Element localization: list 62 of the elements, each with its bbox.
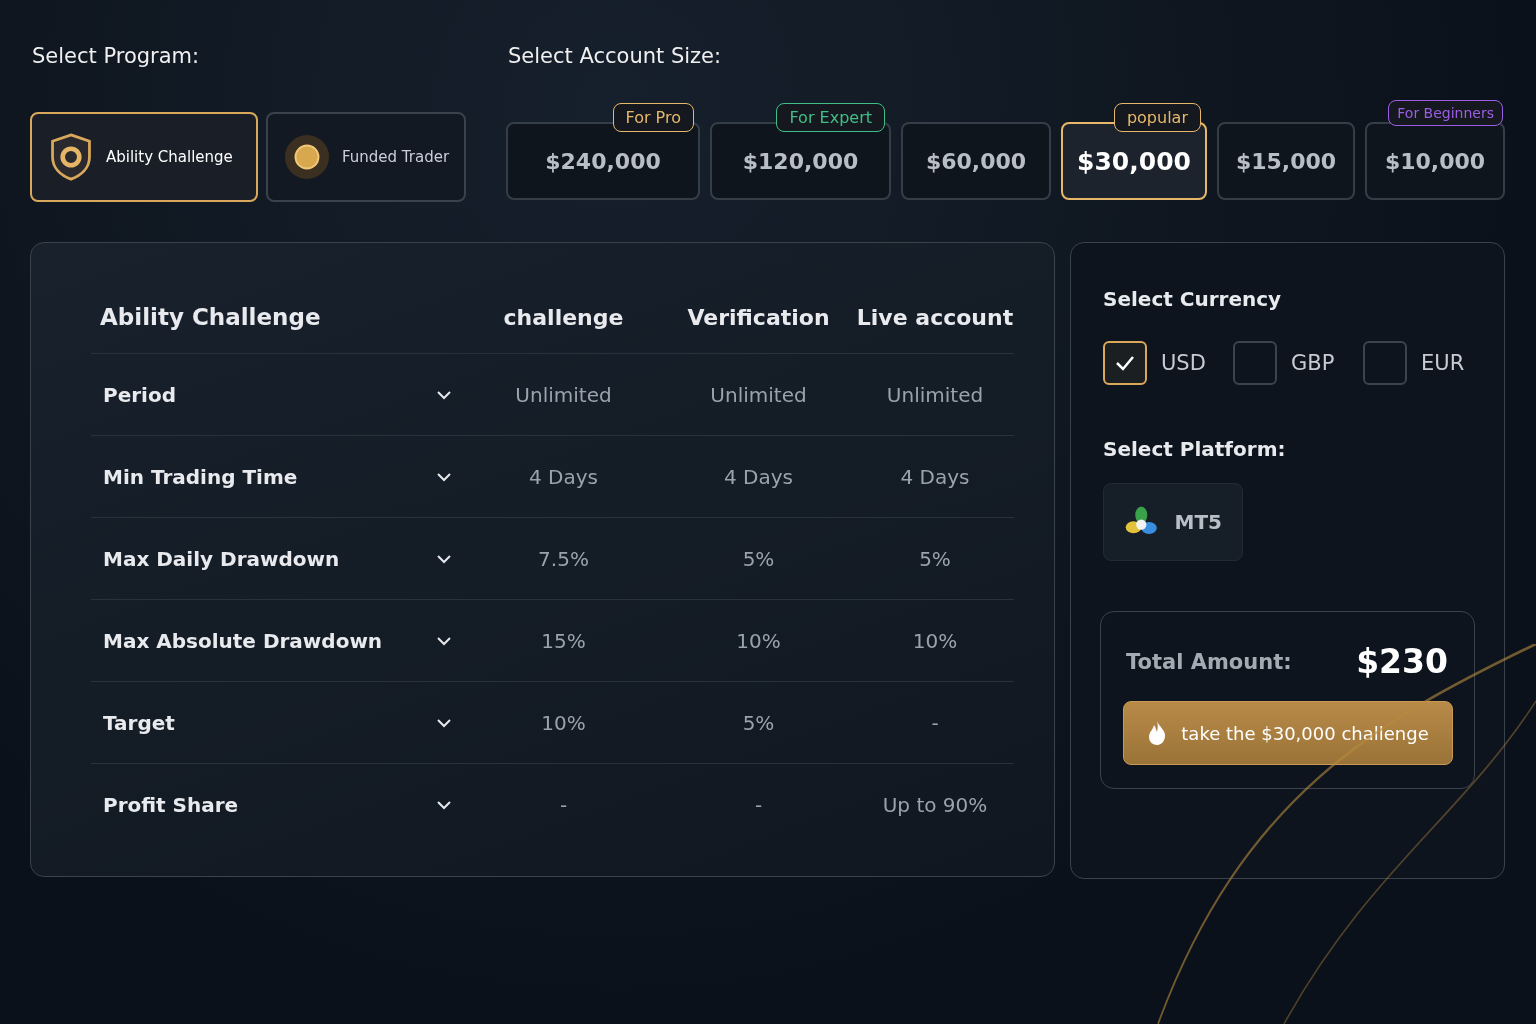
chevron-icon[interactable]	[435, 717, 452, 728]
size-badge: For Pro	[612, 103, 694, 132]
chevron-icon[interactable]	[435, 635, 452, 646]
table-cell-text: 10%	[911, 628, 959, 653]
table-cell-text: Unlimited	[709, 382, 808, 407]
table-cell-text: 10%	[540, 710, 587, 735]
table-cell-text: 4 Days	[723, 464, 794, 489]
row-label: Max Absolute Drawdown	[102, 628, 384, 653]
flame-icon	[1147, 720, 1168, 746]
size-option[interactable]: $10,000	[1365, 122, 1505, 200]
chevron-icon[interactable]	[435, 799, 452, 810]
program-option[interactable]: Ability Challenge	[30, 112, 258, 202]
table-cell-text: Up to 90%	[881, 792, 989, 817]
row-label: Max Daily Drawdown	[102, 546, 341, 571]
table-title: Ability Challenge	[99, 304, 322, 330]
chevron-icon[interactable]	[435, 471, 452, 482]
checkbox[interactable]	[1103, 341, 1147, 385]
table-cell-text: 4 Days	[899, 464, 971, 489]
table-cell-text: -	[753, 792, 764, 817]
total-label: Total Amount:	[1126, 649, 1292, 674]
checkbox[interactable]	[1363, 341, 1407, 385]
section-label: Select Account Size:	[508, 44, 723, 70]
table-cell-text: -	[930, 710, 940, 735]
chevron-icon[interactable]	[435, 389, 452, 400]
coin-icon	[284, 133, 330, 181]
program-option[interactable]: Funded Trader	[266, 112, 466, 202]
check-icon	[1115, 355, 1135, 371]
table-cell-text: Unlimited	[885, 382, 985, 407]
platform-option[interactable]: MT5	[1103, 483, 1243, 561]
size-badge: For Expert	[776, 103, 885, 132]
size-option[interactable]: $60,000	[901, 122, 1051, 200]
checkbox[interactable]	[1233, 341, 1277, 385]
section-label: Select Currency	[1103, 287, 1283, 311]
row-label: Profit Share	[102, 792, 240, 817]
shield-icon	[48, 133, 94, 181]
currency-label: GBP	[1291, 351, 1336, 375]
row-label: Target	[102, 710, 176, 735]
column-header: Live account	[856, 304, 1014, 330]
column-header: Verification	[686, 304, 831, 330]
table-cell-text: 5%	[741, 710, 776, 735]
row-label: Min Trading Time	[102, 464, 299, 489]
table-cell-text: 4 Days	[528, 464, 599, 489]
size-badge: popular	[1113, 103, 1201, 132]
size-badge: For Beginners	[1388, 100, 1503, 126]
currency-label: USD	[1161, 351, 1207, 375]
total-amount: $230	[1356, 642, 1448, 681]
section-label: Select Program:	[32, 44, 201, 70]
row-label: Period	[102, 382, 177, 407]
table-cell-text: -	[558, 792, 569, 817]
table-cell-text: 5%	[741, 546, 776, 571]
chevron-icon[interactable]	[435, 553, 452, 564]
section-label: Select Platform:	[1103, 437, 1287, 461]
table-cell-text: 10%	[735, 628, 782, 653]
table-cell-text: Unlimited	[514, 382, 613, 407]
table-cell-text: 15%	[540, 628, 587, 653]
take-challenge-button[interactable]: take the $30,000 challenge	[1123, 701, 1453, 765]
size-option[interactable]: $240,000	[506, 122, 700, 200]
size-option[interactable]: $15,000	[1217, 122, 1355, 200]
currency-label: EUR	[1421, 351, 1466, 375]
column-header: challenge	[502, 304, 625, 330]
table-cell-text: 7.5%	[537, 546, 590, 571]
table-cell-text: 5%	[918, 546, 952, 571]
